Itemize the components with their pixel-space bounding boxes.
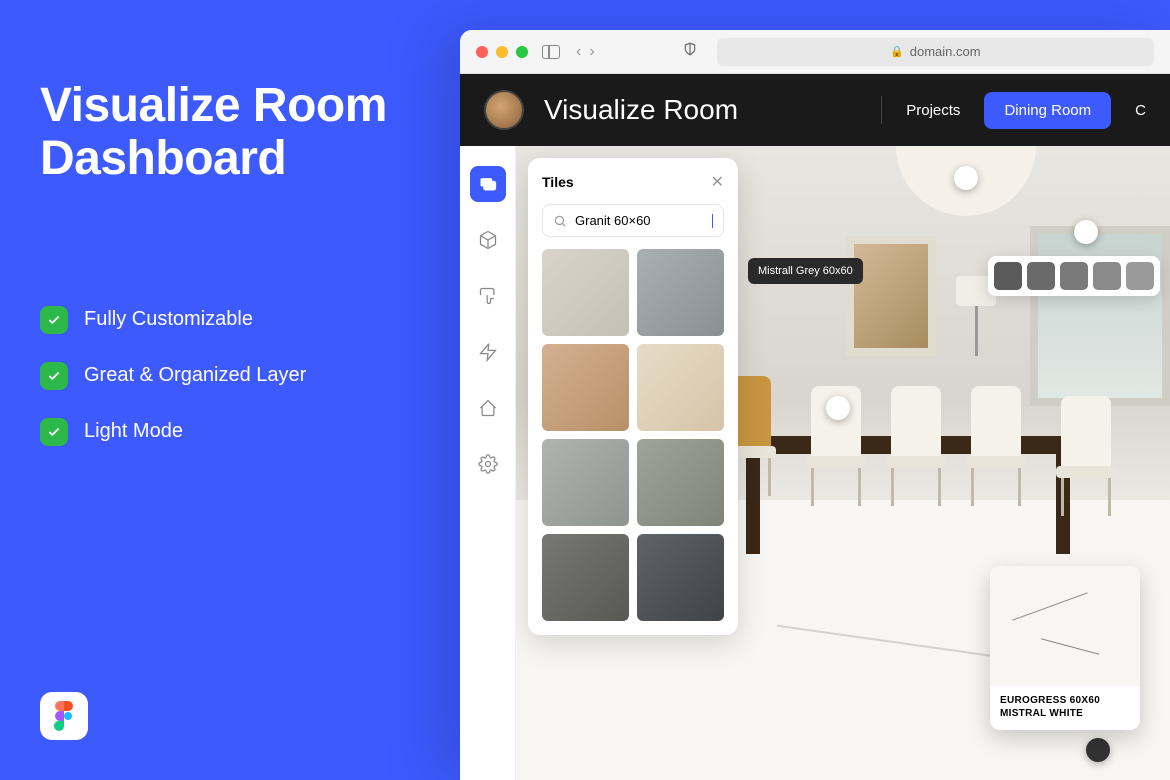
palette-swatch[interactable] [1126, 262, 1154, 290]
close-window-button[interactable] [476, 46, 488, 58]
sidebar-home-icon[interactable] [470, 390, 506, 426]
browser-window: ‹ › 🔒 domain.com Visualize Room Projects… [460, 30, 1170, 780]
tile-swatch[interactable] [542, 439, 629, 526]
hotspot-lamp[interactable] [954, 166, 978, 190]
wall-art [846, 236, 936, 356]
promo-feature: Light Mode [40, 418, 420, 446]
chair [966, 386, 1026, 506]
check-icon [40, 306, 68, 334]
check-icon [40, 418, 68, 446]
feature-text: Light Mode [84, 420, 183, 443]
promo-title: Visualize Room Dashboard [40, 80, 420, 186]
page-title: Visualize Room [544, 94, 738, 126]
tiles-panel: Tiles ✕ Granit 60×60 [528, 158, 738, 635]
color-palette [988, 256, 1160, 296]
hotspot-floor[interactable] [1086, 738, 1110, 762]
feature-text: Fully Customizable [84, 308, 253, 331]
tile-swatch[interactable] [542, 534, 629, 621]
app-header: Visualize Room Projects Dining Room C [460, 74, 1170, 146]
shield-icon[interactable] [683, 41, 697, 62]
tile-swatch[interactable] [637, 249, 724, 336]
hotspot-wall[interactable] [1074, 220, 1098, 244]
floor-preview [990, 566, 1140, 686]
promo-title-line2: Dashboard [40, 132, 286, 185]
sidebar-chat-icon[interactable] [470, 166, 506, 202]
tile-swatch[interactable] [637, 534, 724, 621]
browser-chrome: ‹ › 🔒 domain.com [460, 30, 1170, 74]
promo-feature: Great & Organized Layer [40, 362, 420, 390]
forward-button[interactable]: › [589, 43, 594, 61]
tile-swatch[interactable] [542, 344, 629, 431]
palette-swatch[interactable] [1060, 262, 1088, 290]
hotspot-table[interactable] [826, 396, 850, 420]
floor-label: EUROGRESS 60X60 MISTRAL WHITE [990, 686, 1140, 730]
floor-selection-card[interactable]: EUROGRESS 60X60 MISTRAL WHITE [990, 566, 1140, 730]
room-visualizer[interactable]: Tiles ✕ Granit 60×60 M [516, 146, 1170, 780]
promo-title-line1: Visualize Room [40, 79, 387, 132]
panel-title: Tiles [542, 174, 574, 190]
tile-swatch[interactable] [542, 249, 629, 336]
search-value: Granit 60×60 [575, 213, 702, 228]
tile-swatch[interactable] [637, 439, 724, 526]
nav-projects[interactable]: Projects [906, 102, 960, 119]
traffic-lights [476, 46, 528, 58]
back-button[interactable]: ‹ [576, 43, 581, 61]
tile-tooltip: Mistrall Grey 60x60 [748, 258, 863, 284]
nav-cut-link[interactable]: C [1135, 102, 1146, 119]
divider [881, 96, 882, 124]
sidebar [460, 146, 516, 780]
sidebar-paint-icon[interactable] [470, 278, 506, 314]
check-icon [40, 362, 68, 390]
avatar[interactable] [484, 90, 524, 130]
search-input[interactable]: Granit 60×60 [542, 204, 724, 237]
promo-feature-list: Fully Customizable Great & Organized Lay… [40, 306, 420, 446]
window [1030, 226, 1170, 406]
figma-logo [40, 692, 88, 740]
promo-feature: Fully Customizable [40, 306, 420, 334]
chair [886, 386, 946, 506]
feature-text: Great & Organized Layer [84, 364, 306, 387]
palette-swatch[interactable] [1093, 262, 1121, 290]
palette-swatch[interactable] [994, 262, 1022, 290]
sidebar-toggle-icon[interactable] [542, 45, 560, 59]
lock-icon: 🔒 [890, 45, 904, 58]
minimize-window-button[interactable] [496, 46, 508, 58]
tile-swatch[interactable] [637, 344, 724, 431]
search-icon [553, 214, 567, 228]
tile-grid [542, 249, 724, 621]
maximize-window-button[interactable] [516, 46, 528, 58]
chair [1056, 396, 1116, 516]
close-icon[interactable]: ✕ [711, 172, 724, 192]
url-text: domain.com [910, 44, 981, 59]
url-bar[interactable]: 🔒 domain.com [717, 38, 1154, 66]
sidebar-settings-icon[interactable] [470, 446, 506, 482]
nav-dining-room-button[interactable]: Dining Room [984, 92, 1111, 129]
sidebar-bolt-icon[interactable] [470, 334, 506, 370]
sidebar-box-icon[interactable] [470, 222, 506, 258]
palette-swatch[interactable] [1027, 262, 1055, 290]
